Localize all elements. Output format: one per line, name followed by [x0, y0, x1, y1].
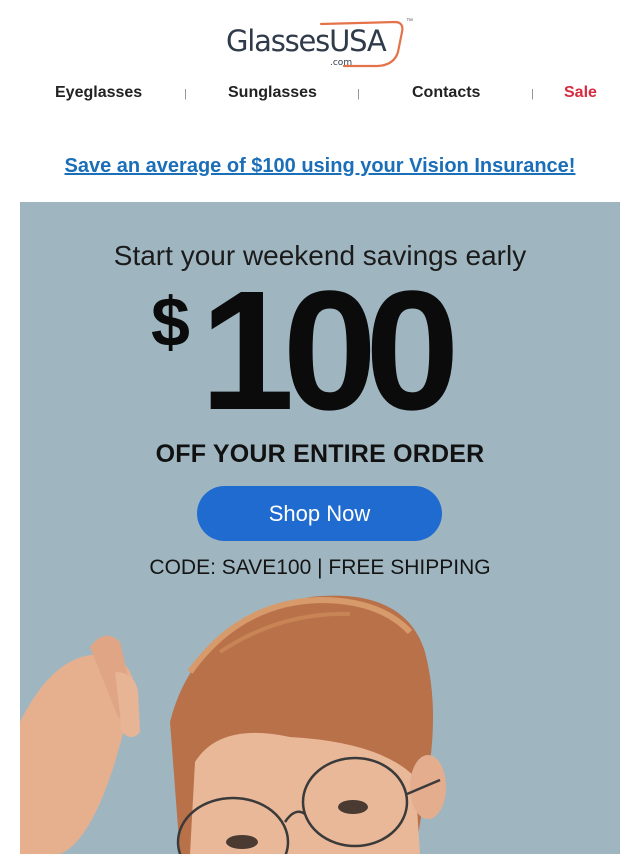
nav-separator: |	[184, 88, 187, 100]
vision-insurance-link[interactable]: Save an average of $100 using your Visio…	[0, 155, 640, 178]
discount-currency: $	[151, 283, 190, 361]
hero-banner[interactable]: Start your weekend savings early $ 100 O…	[20, 202, 620, 854]
promo-code-text: CODE: SAVE100 | FREE SHIPPING	[149, 556, 491, 579]
nav-eyeglasses[interactable]: Eyeglasses	[55, 84, 142, 102]
main-nav: Eyeglasses | Sunglasses | Contacts | Sal…	[0, 84, 640, 106]
discount-amount: 100	[200, 256, 460, 446]
nav-sale[interactable]: Sale	[564, 84, 597, 102]
logo-domain: .com	[330, 58, 353, 68]
shop-now-button[interactable]: Shop Now	[197, 486, 442, 541]
offer-text: OFF YOUR ENTIRE ORDER	[155, 440, 485, 468]
nav-contacts[interactable]: Contacts	[412, 84, 480, 102]
trademark-symbol: ™	[406, 18, 413, 25]
nav-separator: |	[357, 88, 360, 100]
logo-wordmark: GlassesUSA	[226, 24, 387, 58]
brand-logo[interactable]: GlassesUSA .com ™	[226, 18, 416, 70]
nav-sunglasses[interactable]: Sunglasses	[228, 84, 317, 102]
nav-separator: |	[531, 88, 534, 100]
